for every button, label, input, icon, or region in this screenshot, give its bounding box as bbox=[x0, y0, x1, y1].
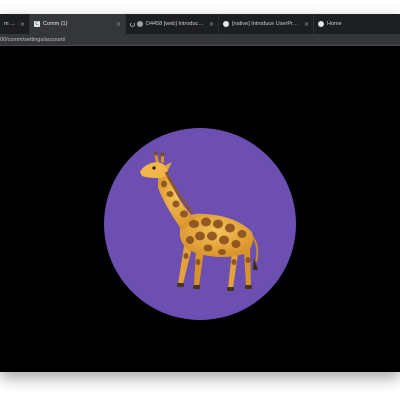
tab-title: Comm (1) bbox=[43, 21, 68, 27]
tab-title: Home bbox=[327, 21, 342, 27]
url-text[interactable]: 00/comm/settings/account/ bbox=[0, 37, 65, 43]
giraffe-icon bbox=[140, 151, 259, 291]
close-icon[interactable]: × bbox=[20, 21, 25, 28]
tab-strip: m is the × C Comm (1) × D4458 [web] Intr… bbox=[0, 14, 400, 34]
tab-home[interactable]: Home bbox=[314, 14, 400, 34]
phabricator-icon bbox=[137, 21, 143, 27]
close-icon[interactable]: × bbox=[116, 21, 121, 28]
github-icon bbox=[223, 21, 229, 27]
tab-comm[interactable]: C Comm (1) × bbox=[30, 14, 126, 34]
close-icon[interactable]: × bbox=[209, 21, 214, 28]
home-icon bbox=[318, 21, 324, 27]
tab-title: m is the bbox=[4, 21, 16, 27]
page-content bbox=[0, 47, 400, 372]
tab-phabricator[interactable]: D4458 [web] Introduce a × bbox=[126, 14, 219, 34]
browser-window: m is the × C Comm (1) × D4458 [web] Intr… bbox=[0, 14, 400, 372]
tab-title: [native] Introduce UserProfile bbox=[232, 21, 300, 27]
tab-comm-previous[interactable]: m is the × bbox=[0, 14, 30, 34]
user-avatar[interactable] bbox=[104, 128, 296, 320]
address-bar[interactable]: 00/comm/settings/account/ bbox=[0, 34, 400, 46]
loading-spinner-icon bbox=[130, 21, 135, 27]
tab-github[interactable]: [native] Introduce UserProfile × bbox=[219, 14, 314, 34]
tab-title: D4458 [web] Introduce a bbox=[146, 21, 205, 27]
close-icon[interactable]: × bbox=[304, 21, 309, 28]
comm-favicon-icon: C bbox=[34, 21, 40, 27]
